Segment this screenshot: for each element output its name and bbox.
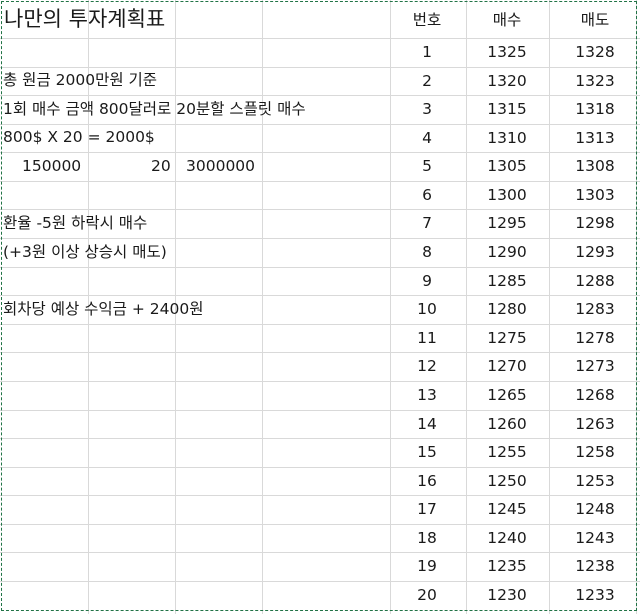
cell-number[interactable]: 17: [392, 499, 462, 519]
column-divider: [390, 0, 391, 614]
note-sell-rule[interactable]: (+3원 이상 상승시 매도): [3, 242, 167, 262]
cell-sell[interactable]: 1263: [560, 414, 630, 434]
cell-sell[interactable]: 1243: [560, 528, 630, 548]
row-divider: [0, 124, 640, 125]
cell-sell[interactable]: 1233: [560, 585, 630, 605]
note-principal[interactable]: 총 원금 2000만원 기준: [3, 70, 157, 90]
cell-number[interactable]: 8: [392, 242, 462, 262]
note-expected-profit[interactable]: 회차당 예상 수익금 + 2400원: [3, 299, 203, 319]
cell-sell[interactable]: 1288: [560, 271, 630, 291]
cell-number[interactable]: 7: [392, 213, 462, 233]
column-divider: [466, 0, 467, 614]
cell-buy[interactable]: 1325: [472, 42, 542, 62]
header-number[interactable]: 번호: [392, 10, 462, 30]
row-divider: [0, 352, 640, 353]
cell-buy[interactable]: 1230: [472, 585, 542, 605]
cell-sell[interactable]: 1328: [560, 42, 630, 62]
row-divider: [0, 38, 640, 39]
cell-number[interactable]: 2: [392, 71, 462, 91]
note-formula[interactable]: 800$ X 20 = 2000$: [3, 127, 155, 147]
cell-buy[interactable]: 1285: [472, 271, 542, 291]
cell-buy[interactable]: 1260: [472, 414, 542, 434]
cell-sell[interactable]: 1258: [560, 442, 630, 462]
cell-sell[interactable]: 1313: [560, 128, 630, 148]
cell-buy[interactable]: 1300: [472, 185, 542, 205]
row-divider: [0, 67, 640, 68]
cell-number[interactable]: 11: [392, 328, 462, 348]
cell-number[interactable]: 14: [392, 414, 462, 434]
cell-number[interactable]: 19: [392, 556, 462, 576]
cell-buy[interactable]: 1235: [472, 556, 542, 576]
cell-buy[interactable]: 1270: [472, 356, 542, 376]
cell-buy[interactable]: 1315: [472, 99, 542, 119]
calc-amount[interactable]: 150000: [22, 156, 81, 176]
cell-number[interactable]: 3: [392, 99, 462, 119]
header-sell[interactable]: 매도: [560, 10, 630, 30]
row-divider: [0, 381, 640, 382]
cell-buy[interactable]: 1290: [472, 242, 542, 262]
cell-sell[interactable]: 1323: [560, 71, 630, 91]
row-divider: [0, 438, 640, 439]
cell-number[interactable]: 4: [392, 128, 462, 148]
cell-number[interactable]: 5: [392, 156, 462, 176]
cell-buy[interactable]: 1255: [472, 442, 542, 462]
cell-buy[interactable]: 1275: [472, 328, 542, 348]
cell-buy[interactable]: 1245: [472, 499, 542, 519]
calc-count[interactable]: 20: [151, 156, 171, 176]
cell-buy[interactable]: 1310: [472, 128, 542, 148]
cell-number[interactable]: 18: [392, 528, 462, 548]
column-divider: [636, 0, 637, 614]
spreadsheet-grid[interactable]: 나만의 투자계획표 총 원금 2000만원 기준 1회 매수 금액 800달러로…: [0, 0, 640, 614]
cell-sell[interactable]: 1283: [560, 299, 630, 319]
row-divider: [0, 295, 640, 296]
calc-total[interactable]: 3000000: [186, 156, 255, 176]
cell-number[interactable]: 13: [392, 385, 462, 405]
cell-number[interactable]: 15: [392, 442, 462, 462]
cell-sell[interactable]: 1303: [560, 185, 630, 205]
row-divider: [0, 410, 640, 411]
sheet-title[interactable]: 나만의 투자계획표: [4, 6, 165, 32]
row-divider: [0, 524, 640, 525]
cell-buy[interactable]: 1320: [472, 71, 542, 91]
cell-buy[interactable]: 1305: [472, 156, 542, 176]
cell-number[interactable]: 12: [392, 356, 462, 376]
cell-sell[interactable]: 1318: [560, 99, 630, 119]
row-divider: [0, 324, 640, 325]
column-divider: [549, 0, 550, 614]
cell-sell[interactable]: 1238: [560, 556, 630, 576]
note-split-buy[interactable]: 1회 매수 금액 800달러로 20분할 스플릿 매수: [3, 99, 306, 119]
cell-sell[interactable]: 1278: [560, 328, 630, 348]
cell-buy[interactable]: 1240: [472, 528, 542, 548]
header-buy[interactable]: 매수: [472, 10, 542, 30]
cell-number[interactable]: 10: [392, 299, 462, 319]
cell-buy[interactable]: 1280: [472, 299, 542, 319]
cell-buy[interactable]: 1265: [472, 385, 542, 405]
row-divider: [0, 152, 640, 153]
row-divider: [0, 95, 640, 96]
cell-sell[interactable]: 1293: [560, 242, 630, 262]
row-divider: [0, 209, 640, 210]
cell-sell[interactable]: 1248: [560, 499, 630, 519]
row-divider: [0, 467, 640, 468]
cell-number[interactable]: 20: [392, 585, 462, 605]
cell-number[interactable]: 1: [392, 42, 462, 62]
row-divider: [0, 552, 640, 553]
row-divider: [0, 267, 640, 268]
cell-buy[interactable]: 1295: [472, 213, 542, 233]
row-divider: [0, 495, 640, 496]
cell-number[interactable]: 16: [392, 471, 462, 491]
row-divider: [0, 581, 640, 582]
cell-sell[interactable]: 1298: [560, 213, 630, 233]
column-divider: [262, 0, 263, 614]
cell-number[interactable]: 6: [392, 185, 462, 205]
cell-buy[interactable]: 1250: [472, 471, 542, 491]
row-divider: [0, 181, 640, 182]
cell-number[interactable]: 9: [392, 271, 462, 291]
note-buy-rule[interactable]: 환율 -5원 하락시 매수: [3, 213, 147, 233]
row-divider: [0, 238, 640, 239]
cell-sell[interactable]: 1268: [560, 385, 630, 405]
cell-sell[interactable]: 1273: [560, 356, 630, 376]
cell-sell[interactable]: 1308: [560, 156, 630, 176]
cell-sell[interactable]: 1253: [560, 471, 630, 491]
